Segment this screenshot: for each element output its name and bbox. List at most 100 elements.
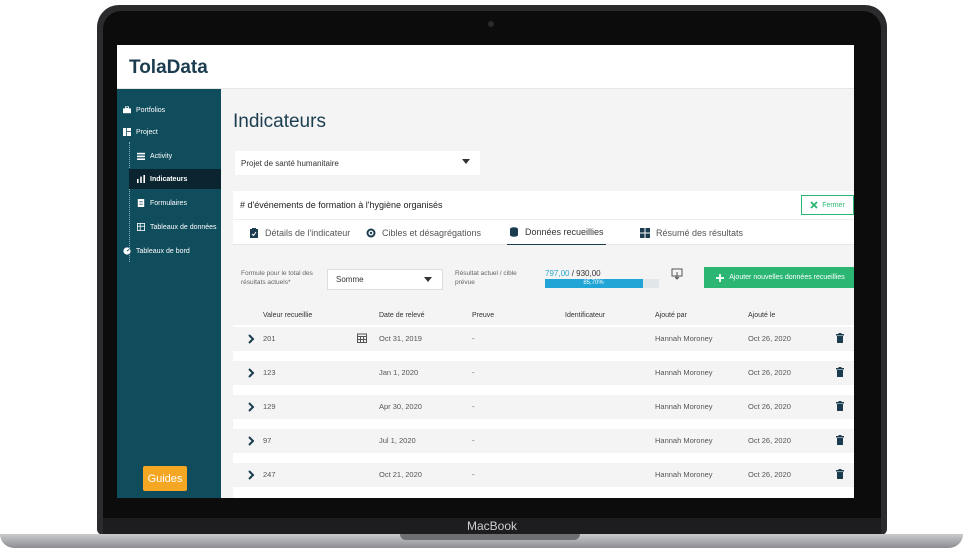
main-content: Indicateurs Projet de santé humanitaire … [221, 89, 854, 498]
bar-chart-icon [137, 175, 145, 183]
trash-icon[interactable] [836, 435, 844, 445]
formula-label: Formule pour le total des résultats actu… [241, 270, 313, 286]
formula-select-value: Somme [336, 275, 364, 284]
formula-select[interactable]: Somme [327, 269, 443, 290]
chevron-right-icon[interactable] [247, 436, 255, 446]
cell-proof: - [472, 470, 475, 479]
table-row[interactable]: 123 Jan 1, 2020 - Hannah Moroney Oct 26,… [233, 361, 854, 385]
cell-date: Jan 1, 2020 [379, 368, 419, 377]
column-header: Valeur recueillie [263, 312, 313, 319]
trash-icon[interactable] [836, 401, 844, 411]
column-header: Date de relevé [379, 312, 425, 319]
result-label: Résultat actuel / cible prévue [455, 270, 517, 286]
sidebar-item-tableaux-bord[interactable]: Tableaux de bord [123, 247, 190, 255]
column-header: Ajouté le [748, 312, 776, 319]
column-header: Identificateur [565, 312, 606, 319]
project-select[interactable]: Projet de santé humanitaire [235, 151, 480, 175]
page-title: Indicateurs [233, 111, 326, 132]
sidebar-item-project[interactable]: Project [123, 128, 158, 136]
grid-icon [640, 228, 650, 238]
tab-details[interactable]: Détails de l'indicateur [249, 220, 350, 246]
column-header: Ajouté par [655, 312, 687, 319]
project-select-value: Projet de santé humanitaire [241, 158, 339, 168]
tree-line [129, 142, 130, 262]
camera-icon [488, 21, 494, 27]
document-icon [137, 199, 145, 207]
cell-added-on: Oct 26, 2020 [748, 368, 791, 377]
column-header: Preuve [472, 312, 495, 319]
sidebar-item-label: Formulaires [150, 199, 187, 207]
table-row[interactable]: 247 Oct 21, 2020 - Hannah Moroney Oct 26… [233, 463, 854, 487]
table-row[interactable]: 97 Jul 1, 2020 - Hannah Moroney Oct 26, … [233, 429, 854, 453]
cell-date: Oct 21, 2020 [379, 470, 422, 479]
indicator-title: # d'événements de formation à l'hygiène … [240, 200, 443, 210]
cell-value: 97 [263, 436, 272, 445]
sidebar-item-label: Tableaux de données [150, 223, 217, 231]
cell-value: 201 [263, 334, 276, 343]
progress-bar: 85,70% [545, 279, 659, 288]
trash-icon[interactable] [836, 333, 844, 343]
chevron-right-icon[interactable] [247, 402, 255, 412]
sidebar-item-label: Indicateurs [150, 175, 188, 183]
app-logo[interactable]: TolaData [129, 57, 208, 79]
cell-added-by: Hannah Moroney [655, 368, 713, 377]
dashboard-icon [123, 247, 131, 255]
cell-added-on: Oct 26, 2020 [748, 436, 791, 445]
table-icon [137, 223, 145, 231]
sidebar-item-label: Tableaux de bord [136, 247, 190, 255]
project-icon [123, 128, 131, 136]
sidebar-item-formulaires[interactable]: Formulaires [137, 199, 187, 207]
cell-added-on: Oct 26, 2020 [748, 334, 791, 343]
target-icon [366, 228, 376, 238]
database-icon [510, 227, 518, 237]
result-target: 930,00 [576, 269, 601, 278]
sidebar-item-label: Project [136, 128, 158, 136]
close-button[interactable]: Fermer [801, 195, 854, 215]
guides-button[interactable]: Guides [143, 466, 187, 491]
cell-value: 247 [263, 470, 276, 479]
sidebar-item-indicateurs[interactable]: Indicateurs [129, 169, 221, 189]
cell-added-by: Hannah Moroney [655, 402, 713, 411]
add-data-button[interactable]: Ajouter nouvelles données recueillies [704, 267, 854, 288]
tab-donnees[interactable]: Données recueillies [507, 220, 606, 246]
sidebar-item-tableaux-donnees[interactable]: Tableaux de données [137, 223, 217, 231]
calendar-icon[interactable] [357, 333, 367, 343]
laptop-notch [400, 534, 580, 540]
tab-label: Données recueillies [525, 227, 604, 237]
download-icon[interactable] [671, 268, 683, 280]
activity-icon [137, 152, 145, 160]
cell-value: 123 [263, 368, 276, 377]
close-icon [810, 201, 818, 209]
cell-date: Jul 1, 2020 [379, 436, 416, 445]
cell-added-by: Hannah Moroney [655, 436, 713, 445]
chevron-right-icon[interactable] [247, 334, 255, 344]
trash-icon[interactable] [836, 367, 844, 377]
cell-proof: - [472, 402, 475, 411]
sidebar-item-portfolios[interactable]: Portfolios [123, 106, 165, 114]
chevron-right-icon[interactable] [247, 368, 255, 378]
top-bar: TolaData [117, 45, 854, 89]
briefcase-icon [123, 106, 131, 114]
chevron-right-icon[interactable] [247, 470, 255, 480]
tab-cibles[interactable]: Cibles et désagrégations [366, 220, 481, 246]
sidebar-item-activity[interactable]: Activity [137, 152, 172, 160]
cell-proof: - [472, 436, 475, 445]
result-value: 797,00 / 930,00 [545, 269, 601, 278]
sidebar-item-label: Portfolios [136, 106, 166, 114]
progress-text: 85,70% [583, 280, 604, 286]
tab-label: Détails de l'indicateur [265, 228, 351, 238]
plus-icon [716, 273, 725, 282]
cell-date: Apr 30, 2020 [379, 402, 422, 411]
cell-value: 129 [263, 402, 276, 411]
table-row[interactable]: 129 Apr 30, 2020 - Hannah Moroney Oct 26… [233, 395, 854, 419]
tab-resume[interactable]: Résumé des résultats [640, 220, 743, 246]
device-label: MacBook [466, 519, 518, 533]
table-header: Valeur recueillie Date de relevé Preuve … [233, 305, 854, 325]
trash-icon[interactable] [836, 469, 844, 479]
table-row[interactable]: 201 Oct 31, 2019 - Hannah Moroney Oct 26… [233, 327, 854, 351]
laptop-chin: MacBook [103, 518, 881, 535]
close-label: Fermer [822, 201, 845, 209]
add-data-label: Ajouter nouvelles données recueillies [729, 274, 845, 281]
tab-label: Cibles et désagrégations [382, 228, 482, 238]
app-screen: TolaData Portfolios Project Activity Ind… [117, 45, 854, 498]
